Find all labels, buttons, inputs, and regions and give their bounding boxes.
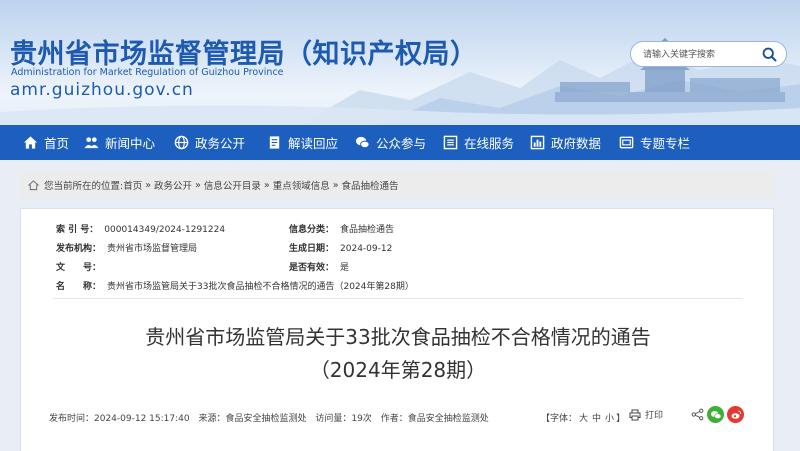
home-icon: [23, 136, 38, 149]
nav-item-label: 首页: [44, 136, 70, 151]
globe-icon: [174, 135, 189, 150]
meta-index-label: 索 引 号：: [56, 225, 99, 235]
nav-item-label: 在线服务: [464, 136, 515, 151]
font-size-switcher: 【字体：大中小】: [541, 411, 625, 424]
site-header: 贵州省市场监督管理局（知识产权局） Administration for Mar…: [0, 0, 800, 125]
meta-date-value: 2024-09-12: [340, 244, 393, 254]
chat-icon: [355, 136, 370, 149]
breadcrumb-item-gov-affairs[interactable]: 政务公开: [154, 178, 192, 192]
home-outline-icon: [28, 179, 39, 190]
meta-valid-label: 是否有效：: [289, 263, 335, 273]
breadcrumb-separator: »: [145, 179, 152, 191]
site-title[interactable]: 贵州省市场监督管理局（知识产权局）: [10, 32, 478, 71]
document-icon: [269, 136, 280, 149]
nav-item-news[interactable]: 新闻中心: [84, 125, 155, 160]
meta-index-value: 000014349/2024-1291224: [104, 225, 226, 235]
print-label: 打印: [645, 411, 664, 421]
breadcrumb-item-info-catalog[interactable]: 信息公开目录: [204, 178, 261, 192]
article-title-line2: （2024年第28期）: [309, 358, 487, 382]
breadcrumb: 您当前所在的位置: 首页 » 政务公开 » 信息公开目录 » 重点领域信息 » …: [20, 171, 774, 199]
main-nav: 首页 新闻中心 政务公开 解读回应 公众参与 在线服务 政府数据 专题专栏: [0, 125, 800, 160]
site-english-name: Administration for Market Regulation of …: [11, 67, 284, 78]
meta-docno: 文 号：: [56, 260, 107, 273]
weibo-icon: [731, 410, 741, 419]
breadcrumb-separator: »: [263, 179, 270, 191]
breadcrumb-separator: »: [195, 179, 201, 191]
search-box: [630, 41, 787, 67]
nav-item-label: 公众参与: [376, 136, 427, 151]
breadcrumb-separator: »: [332, 179, 339, 191]
article-info: 发布时间：2024-09-12 15:17:40 来源：食品安全抽检监测处 访问…: [49, 411, 495, 424]
visit-count: 访问量：19次: [315, 414, 372, 424]
printer-icon: [629, 409, 641, 420]
font-size-medium[interactable]: 中: [592, 414, 601, 424]
font-size-small[interactable]: 小: [605, 414, 614, 424]
list-icon: [443, 135, 458, 150]
publish-time: 发布时间：2024-09-12 15:17:40: [49, 414, 190, 424]
meta-name-label: 名 称：: [56, 282, 102, 292]
nav-item-participation[interactable]: 公众参与: [355, 125, 426, 160]
article-panel: 索 引 号： 000014349/2024-1291224 信息分类： 食品抽检通告…: [20, 208, 774, 451]
nav-item-label: 解读回应: [288, 136, 339, 151]
nav-item-label: 政务公开: [195, 136, 246, 151]
nav-item-home[interactable]: 首页: [23, 125, 69, 160]
nav-item-gov-affairs[interactable]: 政务公开: [174, 125, 245, 160]
wechat-share-icon[interactable]: [707, 406, 724, 423]
breadcrumb-item-key-fields[interactable]: 重点领域信息: [273, 178, 330, 192]
search-icon[interactable]: [761, 46, 778, 63]
article-info-bar: 发布时间：2024-09-12 15:17:40 来源：食品安全抽检监测处 访问…: [49, 406, 749, 428]
meta-valid-value: 是: [340, 263, 350, 273]
font-size-label: 【字体：: [541, 414, 578, 424]
people-icon: [84, 137, 99, 149]
meta-divider: [53, 298, 743, 299]
site-domain: amr.guizhou.gov.cn: [10, 80, 194, 100]
nav-item-label: 新闻中心: [105, 136, 156, 151]
nav-item-gov-data[interactable]: 政府数据: [530, 125, 601, 160]
print-button[interactable]: 打印: [629, 408, 663, 421]
meta-publisher-value: 贵州省市场监督管理局: [107, 244, 198, 254]
meta-docno-label: 文 号：: [56, 263, 102, 273]
meta-valid: 是否有效： 是: [289, 260, 349, 273]
font-size-close: 】: [616, 414, 626, 424]
meta-publisher: 发布机构： 贵州省市场监督管理局: [56, 241, 197, 254]
wechat-icon: [710, 410, 721, 419]
meta-category: 信息分类： 食品抽检通告: [289, 222, 394, 235]
font-size-large[interactable]: 大: [579, 414, 588, 424]
nav-item-label: 专题专栏: [640, 136, 691, 151]
breadcrumb-prefix: 您当前所在的位置:: [44, 181, 124, 192]
share-icon[interactable]: [691, 408, 704, 421]
window-icon: [619, 136, 634, 149]
nav-item-online-service[interactable]: 在线服务: [443, 125, 514, 160]
meta-date-label: 生成日期：: [289, 244, 335, 254]
nav-item-label: 政府数据: [551, 136, 602, 151]
meta-date: 生成日期： 2024-09-12: [289, 241, 392, 254]
breadcrumb-item-home[interactable]: 首页: [123, 178, 142, 192]
nav-item-interpretation[interactable]: 解读回应: [267, 125, 338, 160]
search-input[interactable]: [643, 47, 758, 62]
article-title-line1: 贵州省市场监管局关于33批次食品抽检不合格情况的通告: [145, 325, 651, 349]
meta-category-label: 信息分类：: [289, 225, 335, 235]
share-bar: [691, 406, 747, 423]
meta-name-value: 贵州省市场监管局关于33批次食品抽检不合格情况的通告（2024年第28期）: [107, 282, 414, 292]
article-author: 作者：食品安全抽检监测处: [380, 414, 489, 424]
chart-icon: [530, 135, 545, 150]
meta-publisher-label: 发布机构：: [56, 244, 102, 254]
article-title: 贵州省市场监管局关于33批次食品抽检不合格情况的通告 （2024年第28期）: [21, 321, 775, 387]
weibo-share-icon[interactable]: [727, 406, 744, 423]
meta-index: 索 引 号： 000014349/2024-1291224: [56, 222, 225, 235]
breadcrumb-item-food-inspection[interactable]: 食品抽检通告: [342, 178, 399, 192]
meta-category-value: 食品抽检通告: [340, 225, 395, 235]
article-source: 来源：食品安全抽检监测处: [198, 414, 307, 424]
nav-item-special-topics[interactable]: 专题专栏: [619, 125, 690, 160]
meta-name: 名 称： 贵州省市场监管局关于33批次食品抽检不合格情况的通告（2024年第28期…: [56, 279, 414, 292]
